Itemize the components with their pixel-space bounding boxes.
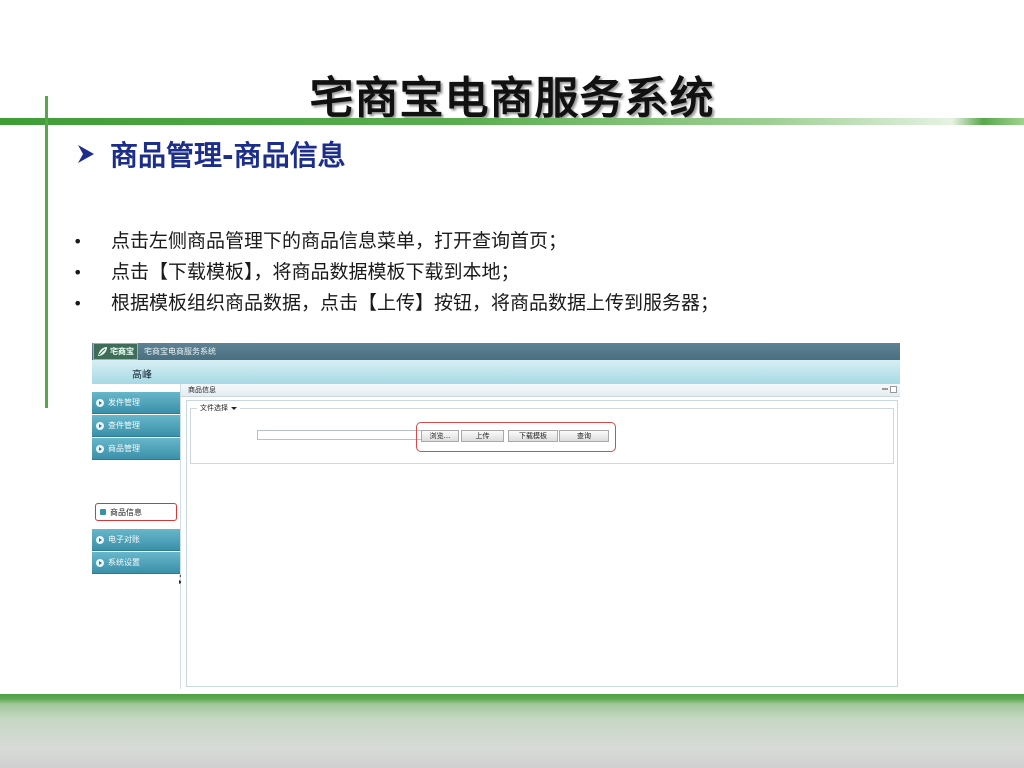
left-accent-bar	[45, 96, 48, 408]
user-name: 高峰	[132, 370, 152, 381]
list-item: • 点击左侧商品管理下的商品信息菜单，打开查询首页；	[70, 226, 719, 257]
sidebar-item-settings[interactable]: 系统设置	[92, 552, 180, 574]
slide-title: 宅商宝电商服务系统	[309, 73, 715, 124]
sidebar-subitem-label: 商品信息	[110, 507, 142, 517]
sidebar-item-label: 查件管理	[108, 421, 140, 430]
list-item-text: 点击【下载模板】，将商品数据模板下载到本地；	[111, 261, 520, 283]
bullet-dot-icon: •	[73, 294, 83, 313]
list-item-text: 点击左侧商品管理下的商品信息菜单，打开查询首页；	[111, 230, 568, 252]
browse-button[interactable]: 浏览...	[421, 430, 459, 442]
logo-text: 宅商宝	[110, 347, 134, 356]
list-item: • 根据模板组织商品数据，点击【上传】按钮，将商品数据上传到服务器；	[70, 288, 719, 319]
bullet-dot-icon: •	[73, 263, 83, 282]
footer-band	[0, 694, 1024, 768]
sidebar-item-reconciliation[interactable]: 电子对账	[92, 529, 180, 551]
chevron-right-icon	[96, 421, 104, 430]
chevron-right-icon	[96, 558, 104, 567]
file-select-fieldset: 文件选择 浏览... 上传 下载模板 查询	[190, 403, 894, 464]
app-screenshot: 宅商宝 宅商宝电商服务系统 高峰 发件管理 查件管理 商品管理 商品信息 电子对…	[92, 343, 900, 689]
panel-title: 商品信息	[188, 386, 216, 394]
bullet-dot-icon: •	[73, 232, 83, 251]
sidebar-item-label: 电子对账	[108, 535, 140, 544]
file-path-input[interactable]	[257, 430, 425, 440]
square-bullet-icon	[100, 509, 106, 515]
sidebar-subitem-product-info[interactable]: 商品信息	[95, 503, 177, 521]
sidebar-item-label: 商品管理	[108, 444, 140, 453]
sidebar-item-tracking[interactable]: 查件管理	[92, 415, 180, 437]
app-logo: 宅商宝	[93, 343, 138, 360]
list-item-text: 根据模板组织商品数据，点击【上传】按钮，将商品数据上传到服务器；	[111, 292, 720, 314]
section-heading: 商品管理-商品信息	[76, 136, 346, 172]
panel-titlebar: 商品信息	[181, 384, 900, 397]
maximize-icon[interactable]	[890, 386, 897, 393]
sidebar-item-shipping[interactable]: 发件管理	[92, 392, 180, 414]
upload-button[interactable]: 上传	[461, 430, 504, 442]
caret-down-icon	[231, 406, 237, 410]
fieldset-legend-label: 文件选择	[200, 404, 228, 412]
fieldset-legend[interactable]: 文件选择	[197, 403, 240, 413]
instruction-list: • 点击左侧商品管理下的商品信息菜单，打开查询首页； • 点击【下载模板】，将商…	[70, 226, 719, 319]
app-header: 宅商宝 宅商宝电商服务系统	[92, 343, 900, 360]
sidebar: 发件管理 查件管理 商品管理 商品信息 电子对账 系统设置	[92, 384, 183, 689]
title-divider	[0, 118, 1024, 125]
panel-body: 文件选择 浏览... 上传 下载模板 查询	[186, 400, 898, 687]
user-bar: 高峰	[92, 360, 900, 384]
arrow-bullet-icon	[78, 145, 94, 163]
chevron-right-icon	[96, 535, 104, 544]
query-button[interactable]: 查询	[559, 430, 609, 442]
list-item: • 点击【下载模板】，将商品数据模板下载到本地；	[70, 257, 719, 288]
chevron-right-icon	[96, 444, 104, 453]
sidebar-item-label: 发件管理	[108, 398, 140, 407]
section-heading-text: 商品管理-商品信息	[110, 139, 346, 172]
sidebar-item-products[interactable]: 商品管理	[92, 438, 180, 460]
minimize-icon[interactable]	[882, 388, 888, 390]
main-panel: 商品信息 文件选择 浏览... 上传 下载模板 查询	[181, 384, 900, 689]
window-title: 宅商宝电商服务系统	[144, 347, 216, 356]
sidebar-item-label: 系统设置	[108, 558, 140, 567]
logo-leaf-icon	[98, 347, 107, 356]
chevron-right-icon	[96, 398, 104, 407]
download-template-button[interactable]: 下载模板	[508, 430, 558, 442]
